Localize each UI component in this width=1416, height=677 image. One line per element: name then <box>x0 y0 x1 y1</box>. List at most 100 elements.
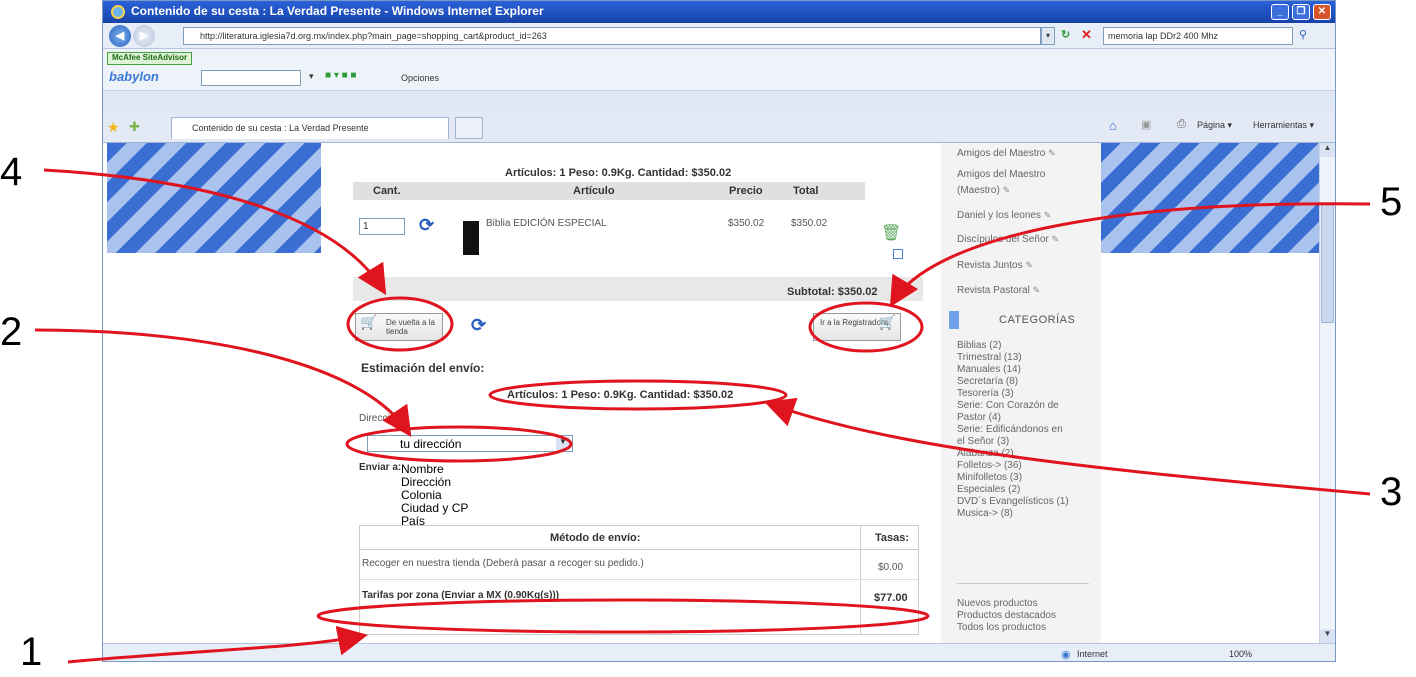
category-link[interactable]: Serie: Con Corazón de <box>957 400 1059 411</box>
search-input[interactable]: memoria lap DDr2 400 Mhz <box>1103 27 1293 45</box>
new-icon: ✎ <box>1025 260 1033 270</box>
add-favorite-icon[interactable]: ✚ <box>129 119 140 135</box>
sidebar-link[interactable]: Nuevos productos <box>957 598 1038 609</box>
subtotal: Subtotal: $350.02 <box>787 286 878 298</box>
quantity-input[interactable]: 1 <box>359 218 405 235</box>
category-link[interactable]: Minifolletos (3) <box>957 472 1022 483</box>
close-button[interactable]: ✕ <box>1313 4 1331 20</box>
sidebar-link[interactable]: Productos destacados <box>957 610 1056 621</box>
options-button[interactable]: Opciones <box>401 73 439 83</box>
sidebar-link[interactable]: Amigos del Maestro <box>957 169 1045 180</box>
category-link[interactable]: Manuales (14) <box>957 364 1021 375</box>
forward-arrow-icon[interactable]: ▶ <box>133 25 155 47</box>
sidebar-link[interactable]: Revista Juntos ✎ <box>957 260 1033 271</box>
shipping-summary: Artículos: 1 Peso: 0.9Kg. Cantidad: $350… <box>507 389 734 401</box>
send-to-line: Nombre <box>401 462 444 476</box>
stop-icon[interactable]: ✕ <box>1081 27 1092 43</box>
tab-active[interactable]: Contenido de su cesta : La Verdad Presen… <box>171 117 449 139</box>
new-icon: ✎ <box>1048 148 1056 158</box>
annotation-number-4: 4 <box>0 150 23 194</box>
scroll-thumb[interactable] <box>1321 203 1334 323</box>
babylon-search-input[interactable] <box>201 70 301 86</box>
decorative-stripes-right <box>1101 143 1319 253</box>
mcafee-siteadvisor-button[interactable]: McAfee SiteAdvisor <box>107 52 193 65</box>
chevron-down-icon[interactable]: ▼ <box>556 437 570 450</box>
print-icon[interactable]: ⎙ <box>1177 118 1186 131</box>
shipping-methods-table: Método de envío: Tasas: Recoger en nuest… <box>359 525 919 635</box>
update-quantity-icon[interactable]: ⟳ <box>419 215 434 236</box>
sidebar-link[interactable]: (Maestro) ✎ <box>957 185 1010 196</box>
shipping-estimate-title: Estimación del envío: <box>361 361 485 375</box>
sidebar-link[interactable]: Discípulos del Señor ✎ <box>957 234 1059 245</box>
address-input[interactable]: http://literatura.iglesia7d.org.mx/index… <box>183 27 1041 45</box>
update-cart-icon[interactable]: ⟳ <box>471 315 486 336</box>
product-price: $350.02 <box>728 218 765 229</box>
tab-row: ★ ✚ Contenido de su cesta : La Verdad Pr… <box>103 111 1335 143</box>
address-select[interactable]: tu dirección ▼ <box>367 435 573 452</box>
shipping-table-header: Método de envío: Tasas: <box>360 526 918 550</box>
sidebar-link[interactable]: Daniel y los leones ✎ <box>957 210 1051 221</box>
new-tab-button[interactable] <box>455 117 483 139</box>
header-price: Precio <box>729 185 763 197</box>
maximize-button[interactable]: ❐ <box>1292 4 1310 20</box>
scroll-down-icon[interactable]: ▼ <box>1320 629 1335 643</box>
annotation-number-3: 3 <box>1380 470 1403 514</box>
category-link[interactable]: Biblias (2) <box>957 340 1001 351</box>
category-link[interactable]: Especiales (2) <box>957 484 1020 495</box>
send-to-line: Ciudad y CP <box>401 501 469 515</box>
header-method: Método de envío: <box>550 532 641 544</box>
ie-logo-icon <box>111 5 125 19</box>
send-to-line: Dirección <box>401 475 452 489</box>
address-select-value: tu dirección <box>400 437 462 451</box>
feeds-icon[interactable]: ▣ <box>1141 118 1151 131</box>
screenshot-canvas: Contenido de su cesta : La Verdad Presen… <box>0 0 1416 677</box>
new-icon: ✎ <box>1032 285 1041 295</box>
category-link[interactable]: Alabanza (2) <box>957 448 1014 459</box>
left-margin <box>107 253 321 643</box>
header-rates: Tasas: <box>875 532 910 544</box>
minimize-button[interactable]: _ <box>1271 4 1289 20</box>
address-dropdown-icon[interactable]: ▾ <box>1041 27 1055 45</box>
security-zone: Internet <box>1077 649 1108 659</box>
decorative-stripes-left <box>107 143 321 253</box>
search-icon[interactable]: ⚲ <box>1299 28 1307 41</box>
back-to-store-label: De vuelta a la tienda <box>386 318 435 336</box>
cart-icon: 🛒 <box>360 314 378 330</box>
page-menu[interactable]: Página ▾ <box>1197 120 1232 131</box>
refresh-icon[interactable]: ↻ <box>1061 28 1070 41</box>
category-link[interactable]: Secretaría (8) <box>957 376 1018 387</box>
back-arrow-icon[interactable]: ◀ <box>109 25 131 47</box>
back-to-store-button[interactable]: 🛒 De vuelta a la tienda <box>355 313 443 341</box>
category-link[interactable]: el Señor (3) <box>957 436 1009 447</box>
tools-menu[interactable]: Herramientas ▾ <box>1253 120 1314 131</box>
category-link[interactable]: DVD´s Evangelísticos (1) <box>957 496 1069 507</box>
zoom-level[interactable]: 100% <box>1229 649 1252 659</box>
category-link[interactable]: Serie: Edificándonos en <box>957 424 1063 435</box>
sidebar-link[interactable]: Todos los productos <box>957 622 1046 633</box>
status-bar: ◉ Internet 100% <box>103 643 1335 661</box>
annotation-number-5: 5 <box>1380 180 1403 224</box>
home-icon[interactable]: ⌂ <box>1109 118 1117 133</box>
sidebar-link[interactable]: Amigos del Maestro ✎ <box>957 148 1056 159</box>
scroll-up-icon[interactable]: ▲ <box>1320 143 1335 157</box>
category-link[interactable]: Trimestral (13) <box>957 352 1022 363</box>
vertical-scrollbar[interactable]: ▲ ▼ <box>1319 143 1335 643</box>
divider <box>957 583 1089 584</box>
sidebar-link[interactable]: Revista Pastoral ✎ <box>957 285 1040 296</box>
category-link[interactable]: Pastor (4) <box>957 412 1001 423</box>
babylon-logo: babylon <box>109 69 159 84</box>
product-name-link[interactable]: Biblia EDICIÓN ESPECIAL <box>486 218 607 229</box>
address-row: ◀ ▶ http://literatura.iglesia7d.org.mx/i… <box>103 23 1335 49</box>
favorites-star-icon[interactable]: ★ <box>107 119 120 136</box>
product-thumbnail[interactable] <box>463 221 479 255</box>
trash-icon[interactable]: 🗑 <box>881 223 901 243</box>
header-marker <box>949 311 959 329</box>
remove-checkbox[interactable] <box>893 249 903 259</box>
category-link[interactable]: Musica-> (8) <box>957 508 1013 519</box>
chevron-down-icon[interactable]: ▾ <box>309 71 314 82</box>
shipping-method-name: Recoger en nuestra tienda (Deberá pasar … <box>362 558 644 569</box>
checkout-button[interactable]: Ir a la Registradora 🛒 <box>813 313 901 341</box>
category-link[interactable]: Folletos-> (36) <box>957 460 1022 471</box>
category-link[interactable]: Tesorería (3) <box>957 388 1014 399</box>
babylon-tools-icon[interactable]: ■ ▾ ■ ■ <box>325 70 356 81</box>
